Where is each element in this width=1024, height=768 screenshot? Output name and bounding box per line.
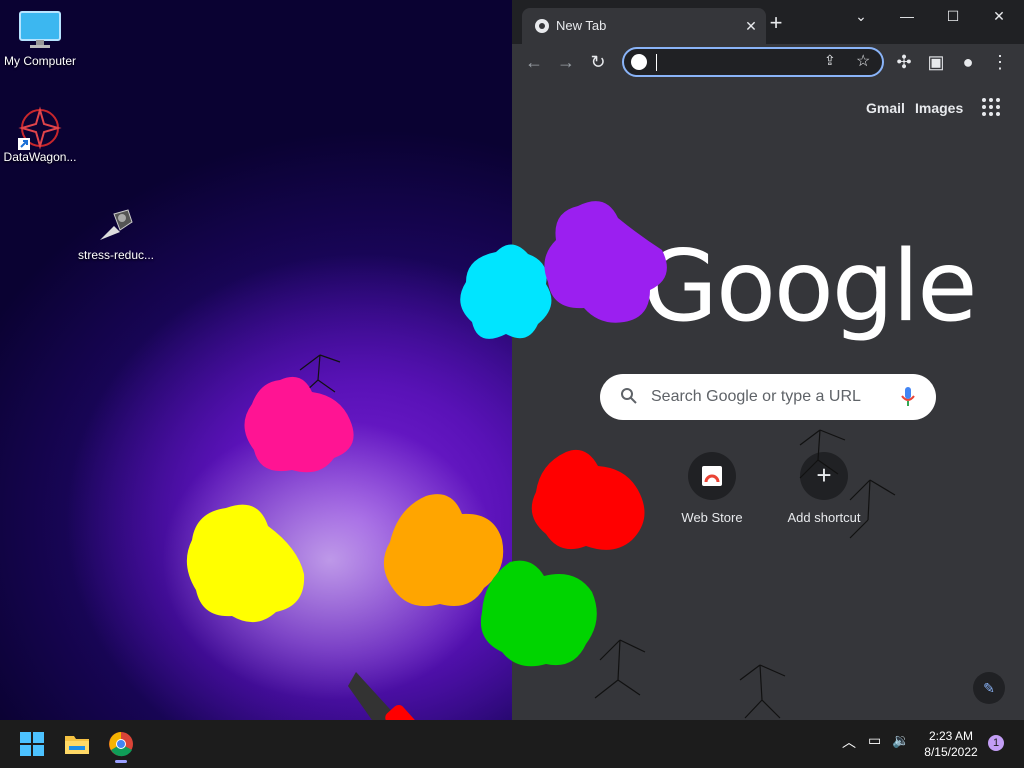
windows-start-icon[interactable] <box>18 730 46 758</box>
customize-pencil-icon[interactable]: ✎ <box>973 672 1005 704</box>
network-icon[interactable]: ▭ <box>868 732 881 749</box>
profile-icon[interactable]: ● <box>956 50 980 74</box>
tab-title: New Tab <box>556 18 607 33</box>
gmail-link[interactable]: Gmail <box>866 100 905 116</box>
desktop-icon-label: My Computer <box>3 54 77 68</box>
google-logo: Google <box>642 230 978 344</box>
close-window-icon[interactable]: ✕ <box>982 6 1016 26</box>
plus-icon: + <box>800 452 848 500</box>
desktop-icon-label: DataWagon... <box>3 150 77 164</box>
shortcut-label: Add shortcut <box>787 510 861 525</box>
google-g-icon <box>631 54 647 70</box>
desktop-icon-datawagon[interactable]: DataWagon... <box>0 106 80 164</box>
forward-arrow-icon[interactable]: → <box>554 50 578 74</box>
star-icon[interactable]: ☆ <box>856 51 870 71</box>
new-tab-button[interactable]: + <box>764 12 788 36</box>
images-link[interactable]: Images <box>915 100 963 116</box>
chevron-up-icon[interactable]: ︿ <box>842 732 856 752</box>
apps-grid-icon[interactable] <box>982 98 1002 118</box>
clock[interactable]: 2:23 AM 8/15/2022 <box>920 728 982 760</box>
extensions-icon[interactable]: ✣ <box>892 50 916 74</box>
desktop-icon-my-computer[interactable]: My Computer <box>0 10 80 68</box>
search-icon <box>620 387 638 405</box>
new-tab-page: Gmail Images Google Search Google or typ… <box>512 80 1024 720</box>
search-box[interactable]: Search Google or type a URL <box>600 374 936 420</box>
search-placeholder: Search Google or type a URL <box>651 388 861 405</box>
microphone-icon[interactable] <box>900 386 916 408</box>
chrome-icon <box>534 18 550 34</box>
chevron-down-icon[interactable]: ⌄ <box>844 6 878 26</box>
shortcut-web-store[interactable]: Web Store <box>657 452 767 525</box>
stress-reducer-icon <box>94 204 138 244</box>
monitor-icon <box>18 10 62 50</box>
text-caret <box>656 54 657 71</box>
back-arrow-icon[interactable]: ← <box>522 50 546 74</box>
share-icon[interactable]: ⇪ <box>824 52 836 69</box>
menu-dots-icon[interactable]: ⋮ <box>988 50 1012 74</box>
clock-time: 2:23 AM <box>928 729 974 743</box>
volume-icon[interactable]: 🔉 <box>892 732 909 749</box>
tab-new-tab[interactable]: New Tab ✕ <box>522 8 766 44</box>
reload-icon[interactable]: ↻ <box>586 50 610 74</box>
close-icon[interactable]: ✕ <box>741 16 761 36</box>
chrome-window: New Tab ✕ + ⌄ — ☐ ✕ ← → ↻ ⇪ ☆ ✣ ▣ ● ⋮ Gm… <box>512 0 1024 720</box>
chrome-icon[interactable] <box>107 730 135 763</box>
tab-strip: New Tab ✕ + ⌄ — ☐ ✕ <box>512 0 1024 44</box>
omnibox[interactable]: ⇪ ☆ <box>622 47 884 77</box>
taskbar: ︿ ▭ 🔉 2:23 AM 8/15/2022 1 <box>0 720 1024 768</box>
toolbar: ← → ↻ ⇪ ☆ ✣ ▣ ● ⋮ <box>512 44 1024 80</box>
shortcut-add[interactable]: + Add shortcut <box>769 452 879 525</box>
desktop-icon-label: stress-reduc... <box>77 248 155 262</box>
notification-badge[interactable]: 1 <box>988 735 1004 751</box>
shortcut-label: Web Store <box>681 510 743 525</box>
side-panel-icon[interactable]: ▣ <box>924 50 948 74</box>
clock-date: 8/15/2022 <box>924 745 978 759</box>
web-store-icon <box>688 452 736 500</box>
file-explorer-icon[interactable] <box>63 730 91 758</box>
datawagon-icon <box>18 106 62 150</box>
maximize-icon[interactable]: ☐ <box>936 6 970 26</box>
desktop-icon-stress-reducer[interactable]: stress-reduc... <box>76 204 156 262</box>
minimize-icon[interactable]: — <box>890 6 924 26</box>
